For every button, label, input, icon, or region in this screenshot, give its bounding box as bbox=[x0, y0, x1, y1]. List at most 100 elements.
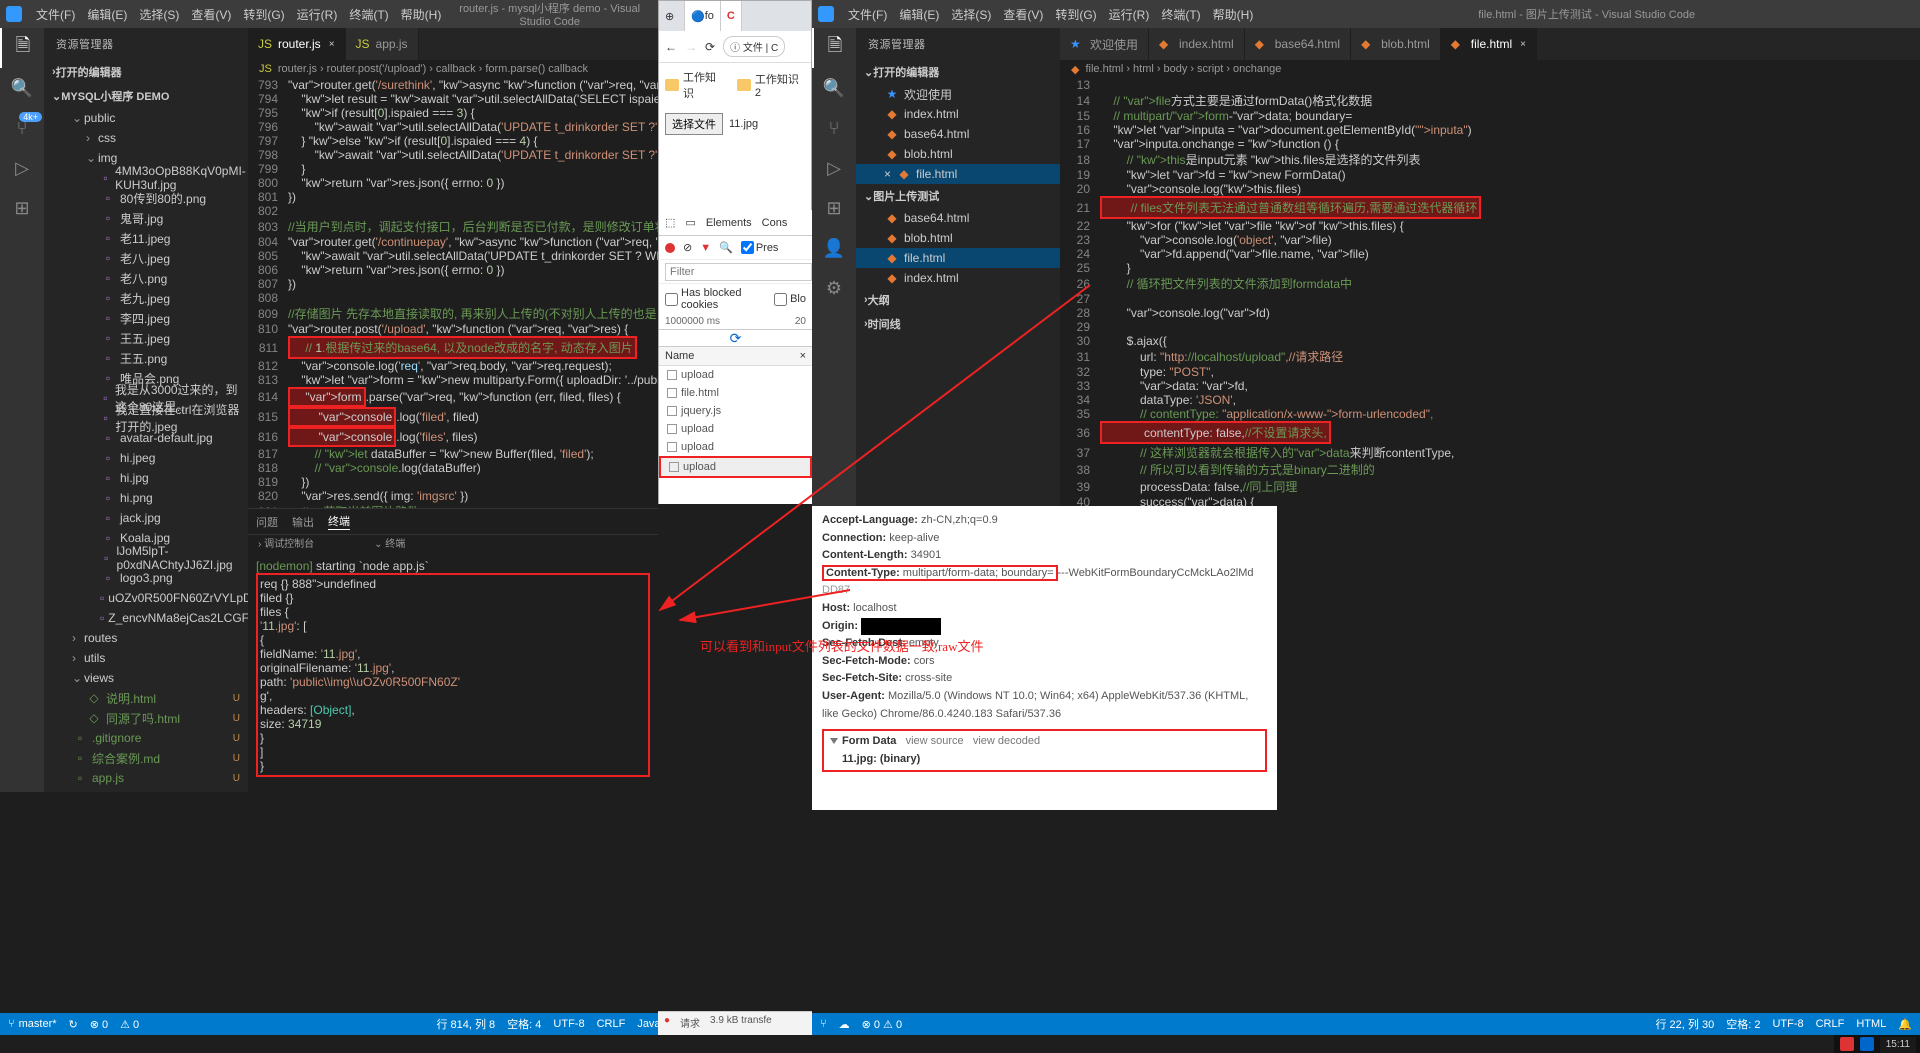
debug-icon[interactable]: ▷ bbox=[812, 148, 856, 188]
menu-terminal[interactable]: 终端(T) bbox=[1155, 6, 1206, 23]
search-icon[interactable]: 🔍 bbox=[719, 241, 733, 254]
ws-index[interactable]: ◆index.html bbox=[856, 268, 1060, 288]
file-item[interactable]: ▫王五.png bbox=[44, 348, 248, 368]
file-item[interactable]: ▫王五.jpeg bbox=[44, 328, 248, 348]
ws-file[interactable]: ◆file.html bbox=[856, 248, 1060, 268]
file-item[interactable]: ▫综合案例.mdU bbox=[44, 748, 248, 768]
open-file-html[interactable]: ×◆file.html bbox=[856, 164, 1060, 184]
clear-icon[interactable]: ⊘ bbox=[683, 241, 692, 254]
tray-icon[interactable] bbox=[1840, 1037, 1854, 1051]
menu-help[interactable]: 帮助(H) bbox=[395, 6, 448, 23]
bell-icon[interactable]: 🔔 bbox=[1898, 1018, 1912, 1031]
lang-mode[interactable]: HTML bbox=[1856, 1018, 1886, 1030]
extensions-icon[interactable]: ⊞ bbox=[812, 188, 856, 228]
search-icon[interactable]: 🔍 bbox=[812, 68, 856, 108]
menu-edit[interactable]: 编辑(E) bbox=[81, 6, 133, 23]
filter-icon[interactable]: ▼ bbox=[700, 242, 711, 254]
menu-go[interactable]: 转到(G) bbox=[1049, 6, 1102, 23]
workspace-section[interactable]: ⌄ MYSQL小程序 DEMO bbox=[44, 84, 248, 108]
network-request-item[interactable]: upload bbox=[659, 366, 812, 384]
inspect-icon[interactable]: ⬚ bbox=[665, 216, 675, 229]
browser-tab-3[interactable]: C bbox=[721, 1, 742, 31]
file-item[interactable]: ▫.gitignoreU bbox=[44, 728, 248, 748]
file-item[interactable]: ▫Z_encvNMa8ejCas2LCGF0GVL.png bbox=[44, 608, 248, 628]
ws-base64[interactable]: ◆base64.html bbox=[856, 208, 1060, 228]
eol[interactable]: CRLF bbox=[597, 1018, 626, 1030]
menu-terminal[interactable]: 终端(T) bbox=[343, 6, 394, 23]
menu-select[interactable]: 选择(S) bbox=[945, 6, 997, 23]
close-icon[interactable]: × bbox=[329, 39, 335, 50]
git-branch[interactable]: ⑂ master* bbox=[8, 1018, 57, 1030]
network-request-item[interactable]: upload bbox=[659, 438, 812, 456]
tab-welcome[interactable]: ★欢迎使用 bbox=[1060, 28, 1149, 60]
file-item[interactable]: ▫我是直接在ctrl在浏览器打开的.jpeg bbox=[44, 408, 248, 428]
request-headers-pane[interactable]: Accept-Language: zh-CN,zh;q=0.9 Connecti… bbox=[812, 506, 1277, 810]
tab-router-js[interactable]: JSrouter.js× bbox=[248, 28, 346, 60]
tab-app-js[interactable]: JSapp.js bbox=[346, 28, 419, 60]
menu-run[interactable]: 运行(R) bbox=[291, 6, 344, 23]
menu-go[interactable]: 转到(G) bbox=[237, 6, 290, 23]
file-item[interactable]: ▫hi.jpeg bbox=[44, 448, 248, 468]
breadcrumb-left[interactable]: JSrouter.js › router.post('/upload') › c… bbox=[248, 60, 658, 78]
menu-view[interactable]: 查看(V) bbox=[997, 6, 1049, 23]
scm-icon[interactable]: ⑂ bbox=[812, 108, 856, 148]
open-base64[interactable]: ◆base64.html bbox=[856, 124, 1060, 144]
menu-run[interactable]: 运行(R) bbox=[1103, 6, 1156, 23]
menu-view[interactable]: 查看(V) bbox=[185, 6, 237, 23]
tab-blob[interactable]: ◆blob.html bbox=[1351, 28, 1441, 60]
folder-public[interactable]: ⌄public bbox=[44, 108, 248, 128]
device-icon[interactable]: ▭ bbox=[685, 216, 695, 229]
warns-count[interactable]: ⚠ 0 bbox=[120, 1018, 139, 1031]
file-item[interactable]: ▫jack.jpg bbox=[44, 508, 248, 528]
open-welcome[interactable]: ★欢迎使用 bbox=[856, 84, 1060, 104]
cursor-pos[interactable]: 行 814, 列 8 bbox=[436, 1016, 495, 1032]
back-icon[interactable]: ← bbox=[665, 40, 677, 54]
file-item[interactable]: ▫鬼哥.jpg bbox=[44, 208, 248, 228]
debug-icon[interactable]: ▷ bbox=[0, 148, 44, 188]
choose-file-button[interactable]: 选择文件 bbox=[665, 113, 723, 135]
bookmark-folder-1[interactable]: 工作知识 bbox=[665, 69, 727, 101]
network-request-item[interactable]: jquery.js bbox=[659, 402, 812, 420]
cursor-pos[interactable]: 行 22, 列 30 bbox=[1656, 1016, 1715, 1032]
code-editor-left[interactable]: 793"var">router.get('/surethink', "kw">a… bbox=[248, 78, 658, 508]
explorer-icon[interactable]: 🗎 bbox=[812, 28, 856, 68]
indent[interactable]: 空格: 2 bbox=[1726, 1016, 1760, 1032]
reload-icon[interactable]: ⟳ bbox=[705, 40, 715, 54]
search-icon[interactable]: 🔍 bbox=[0, 68, 44, 108]
file-item[interactable]: ▫老八.jpeg bbox=[44, 248, 248, 268]
breadcrumb-right[interactable]: ◆file.html › html › body › script › onch… bbox=[1060, 60, 1920, 78]
network-request-item[interactable]: file.html bbox=[659, 384, 812, 402]
tab-console[interactable]: Cons bbox=[762, 217, 788, 229]
menu-edit[interactable]: 编辑(E) bbox=[893, 6, 945, 23]
tab-terminal[interactable]: 终端 bbox=[328, 513, 350, 530]
file-item[interactable]: ▫4MM3oOpB88KqV0pMI-KUH3uf.jpg bbox=[44, 168, 248, 188]
network-request-item[interactable]: upload bbox=[659, 420, 812, 438]
preserve-log-checkbox[interactable] bbox=[741, 241, 754, 254]
errors-count[interactable]: ⊗ 0 ⚠ 0 bbox=[862, 1018, 902, 1031]
scm-icon[interactable]: ⑂4k+ bbox=[0, 108, 44, 148]
explorer-icon[interactable]: 🗎 bbox=[0, 28, 44, 68]
close-icon[interactable]: × bbox=[800, 350, 806, 362]
browser-tab-1[interactable]: ⊕ bbox=[659, 1, 685, 31]
open-blob[interactable]: ◆blob.html bbox=[856, 144, 1060, 164]
eol[interactable]: CRLF bbox=[1816, 1018, 1845, 1030]
tab-base64[interactable]: ◆base64.html bbox=[1245, 28, 1351, 60]
blocked-cookies-checkbox[interactable] bbox=[665, 293, 678, 306]
file-item[interactable]: ▫李四.jpeg bbox=[44, 308, 248, 328]
indent[interactable]: 空格: 4 bbox=[507, 1016, 541, 1032]
folder-views[interactable]: ⌄views bbox=[44, 668, 248, 688]
file-view2[interactable]: ◇同源了吗.htmlU bbox=[44, 708, 248, 728]
file-item[interactable]: ▫老11.jpeg bbox=[44, 228, 248, 248]
browser-tab-2[interactable]: 🔵 fo bbox=[685, 1, 721, 31]
terminal-output[interactable]: [nodemon] starting `node app.js`req {} 8… bbox=[248, 555, 658, 785]
close-icon[interactable]: × bbox=[1520, 39, 1526, 50]
file-item[interactable]: ▫老九.jpeg bbox=[44, 288, 248, 308]
folder-routes[interactable]: ›routes bbox=[44, 628, 248, 648]
tab-file-html[interactable]: ◆file.html× bbox=[1441, 28, 1537, 60]
errors-count[interactable]: ⊗ 0 bbox=[90, 1018, 108, 1031]
timeline-section[interactable]: › 时间线 bbox=[856, 312, 1060, 336]
forward-icon[interactable]: → bbox=[685, 40, 697, 54]
terminal-tabs[interactable]: 问题 输出 终端 bbox=[248, 509, 658, 535]
file-item[interactable]: ▫hi.png bbox=[44, 488, 248, 508]
account-icon[interactable]: 👤 bbox=[812, 228, 856, 268]
